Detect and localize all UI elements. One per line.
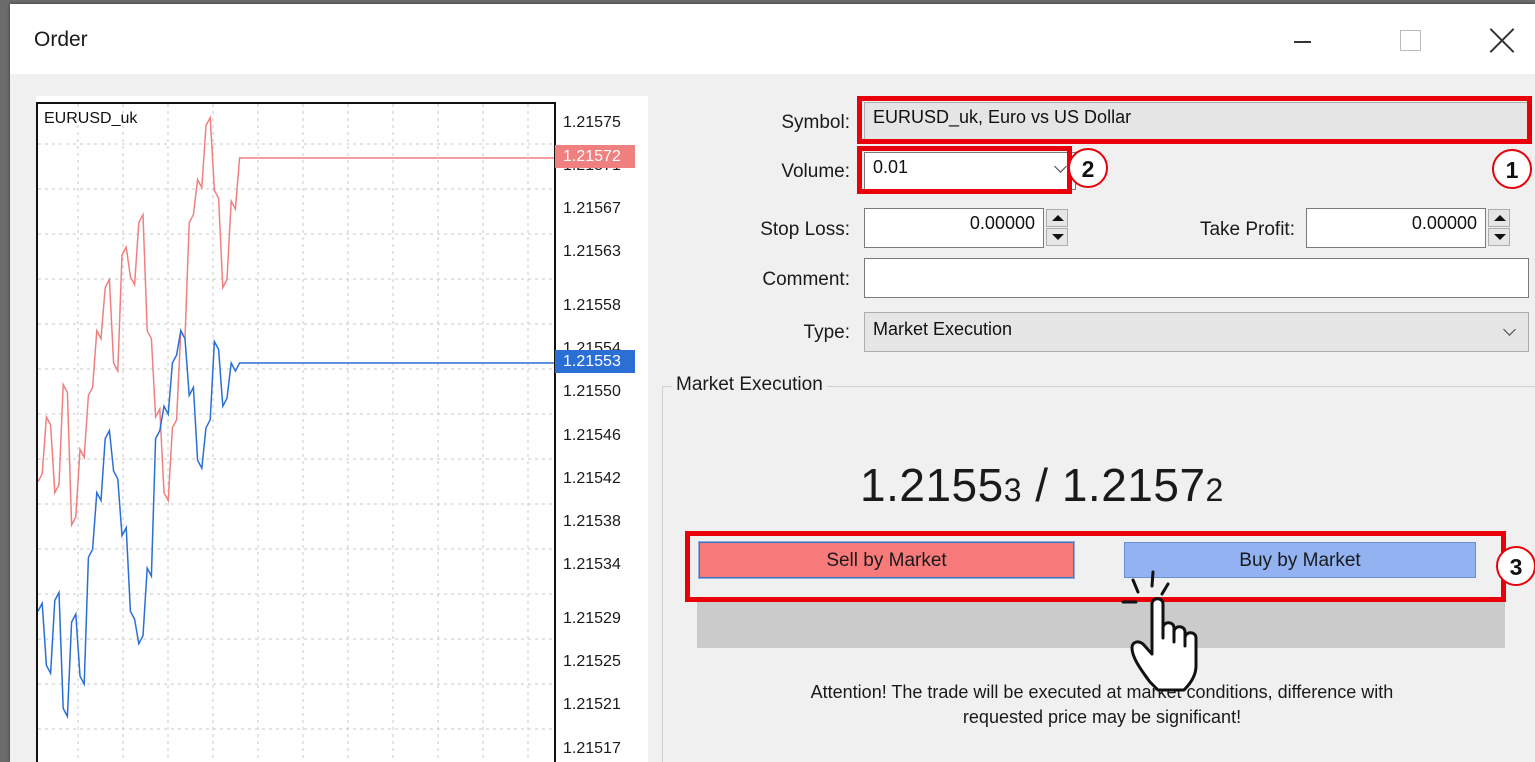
chart-svg — [38, 104, 554, 762]
price-axis-label: 1.21534 — [563, 556, 621, 574]
chevron-down-icon — [1503, 323, 1516, 336]
volume-label: Volume: — [781, 161, 850, 182]
window-title: Order — [34, 28, 88, 51]
price-axis-label: 1.21529 — [563, 610, 621, 628]
minimize-button[interactable] — [1272, 18, 1332, 62]
price-axis-label: 1.21542 — [563, 469, 621, 487]
price-axis-label: 1.21521 — [563, 696, 621, 714]
tick-chart: EURUSD_uk 1.215751.215711.215671.215631.… — [36, 96, 648, 762]
spin-down-icon[interactable] — [1046, 228, 1068, 246]
step-badge-1: 1 — [1492, 149, 1532, 189]
chart-plot-area: EURUSD_uk — [36, 102, 556, 762]
spin-down-icon[interactable] — [1488, 228, 1510, 246]
type-label: Type: — [803, 322, 850, 343]
market-execution-title: Market Execution — [672, 374, 827, 396]
take-profit-spinner[interactable] — [1488, 209, 1510, 247]
type-value: Market Execution — [873, 319, 1013, 339]
ask-quote-pip: 2 — [1205, 472, 1224, 508]
price-axis-label: 1.21575 — [563, 113, 621, 131]
price-axis-label: 1.21517 — [563, 739, 621, 757]
highlight-box-2 — [857, 146, 1072, 194]
price-axis-label: 1.21538 — [563, 512, 621, 530]
bid-price-tag: 1.21553 — [555, 350, 635, 374]
bid-price-line — [38, 328, 554, 720]
bid-quote-main: 1.2155 — [860, 459, 1004, 511]
price-axis-label: 1.21558 — [563, 297, 621, 315]
stop-loss-input[interactable]: 0.00000 — [864, 208, 1044, 248]
take-profit-input[interactable]: 0.00000 — [1306, 208, 1486, 248]
type-select[interactable]: Market Execution — [864, 312, 1529, 352]
order-window: Order EURUSD_uk 1.21575 1.2157 1 1.21567 1.2… — [10, 4, 1535, 762]
attention-line-1: Attention! The trade will be executed at… — [810, 682, 1394, 702]
price-axis-label: 1.21525 — [563, 653, 621, 671]
chart-symbol-label: EURUSD_uk — [44, 110, 138, 127]
step-badge-2: 2 — [1068, 148, 1108, 188]
disabled-action-bar — [697, 602, 1505, 648]
step-badge-3: 3 — [1496, 546, 1535, 586]
price-axis-label: 1.21550 — [563, 383, 621, 401]
symbol-label: Symbol: — [781, 112, 850, 133]
comment-label: Comment: — [762, 269, 850, 290]
stop-loss-spinner[interactable] — [1046, 209, 1068, 247]
take-profit-label: Take Profit: — [1199, 219, 1295, 240]
bid-quote-pip: 3 — [1003, 472, 1022, 508]
highlight-box-3 — [685, 531, 1506, 602]
comment-input[interactable] — [864, 258, 1529, 298]
bid-ask-quote: 1.21553 / 1.21572 — [860, 458, 1224, 512]
spin-up-icon[interactable] — [1046, 209, 1068, 227]
highlight-box-1 — [857, 96, 1532, 144]
minimize-icon — [1294, 41, 1311, 43]
ask-price-tag: 1.21572 — [555, 144, 635, 168]
maximize-icon — [1400, 30, 1421, 51]
quote-separator: / — [1022, 459, 1062, 511]
title-bar: Order — [10, 4, 1535, 74]
price-axis-label: 1.21567 — [563, 199, 621, 217]
maximize-button[interactable] — [1380, 18, 1440, 62]
close-icon — [1487, 26, 1517, 56]
attention-notice: Attention! The trade will be executed at… — [682, 680, 1522, 730]
hand-pointer-icon — [1121, 570, 1198, 692]
spin-up-icon[interactable] — [1488, 209, 1510, 227]
attention-line-2: requested price may be significant! — [962, 707, 1242, 727]
stop-loss-label: Stop Loss: — [760, 219, 850, 240]
price-axis-label: 1.21546 — [563, 426, 621, 444]
price-axis-label: 1.21563 — [563, 243, 621, 261]
close-button[interactable] — [1472, 18, 1532, 62]
ask-price-line — [38, 114, 554, 528]
ask-quote-main: 1.2157 — [1061, 459, 1206, 511]
